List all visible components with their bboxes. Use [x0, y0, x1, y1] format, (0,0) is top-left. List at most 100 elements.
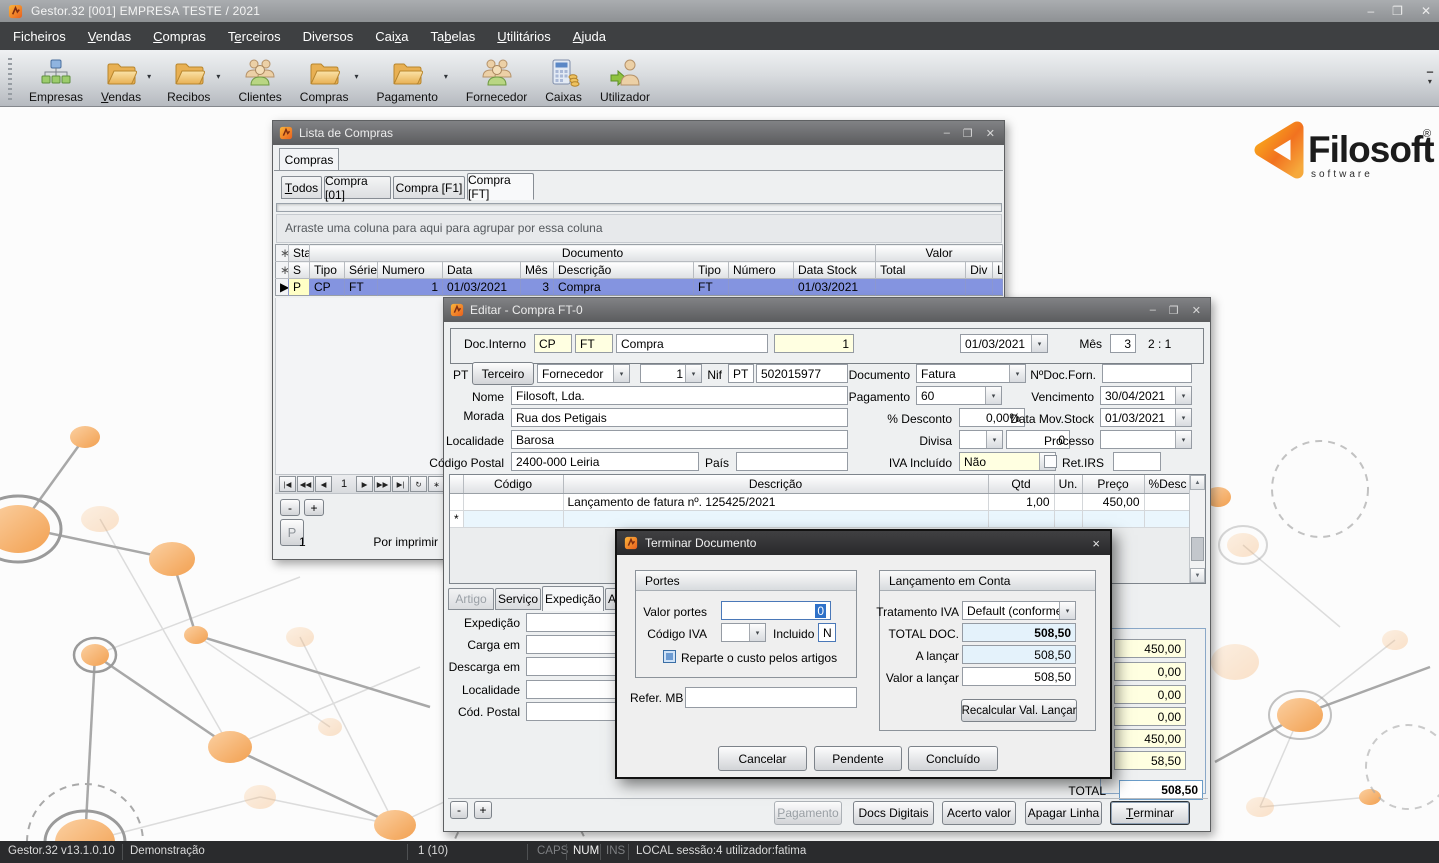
toolbar-button-recibos[interactable]: ▾ Recibos — [158, 52, 219, 106]
nome-field[interactable]: Filosoft, Lda. — [511, 386, 848, 405]
grid-header-row[interactable]: Código Descrição Qtd Un. Preço %Desc — [450, 475, 1190, 493]
nav-refresh-button[interactable]: ↻ — [410, 476, 427, 492]
chevron-down-icon[interactable]: ▾ — [1031, 335, 1047, 352]
chevron-down-icon[interactable]: ▾ — [354, 72, 358, 81]
terminar-button[interactable]: Terminar — [1110, 801, 1190, 825]
mes-field[interactable]: 3 — [1110, 334, 1136, 353]
docs-digitais-button[interactable]: Docs Digitais — [853, 801, 934, 825]
iva-incluido-combo[interactable]: Não▾ — [959, 452, 1056, 471]
zoom-in-button[interactable]: + — [304, 499, 324, 516]
recalcular-button[interactable]: Recalcular Val. Lançar — [961, 699, 1077, 722]
subtab-compra-01[interactable]: Compra [01] — [324, 176, 391, 199]
zoom-out-button[interactable]: - — [450, 801, 468, 819]
toolbar-grip[interactable] — [8, 58, 12, 100]
toolbar-button-caixas[interactable]: Caixas — [536, 52, 591, 106]
chevron-down-icon[interactable]: ▾ — [216, 72, 220, 81]
restore-icon[interactable]: ❐ — [1169, 304, 1179, 317]
menu-ajuda[interactable]: Ajuda — [562, 24, 617, 49]
chevron-down-icon[interactable]: ▾ — [1175, 409, 1191, 426]
vertical-scrollbar[interactable]: ▲ ▼ — [1189, 475, 1205, 583]
chevron-down-icon[interactable]: ▾ — [985, 387, 1001, 404]
menu-compras[interactable]: Compras — [142, 24, 217, 49]
processo-combo[interactable]: ▾ — [1100, 430, 1192, 449]
divisa-combo[interactable]: ▾ — [959, 430, 1003, 449]
chevron-down-icon[interactable]: ▾ — [444, 72, 448, 81]
codigo-iva-combo[interactable]: ▾ — [721, 623, 766, 642]
toolbar-button-empresas[interactable]: Empresas — [20, 52, 92, 106]
localidade-field[interactable]: Barosa — [511, 430, 848, 449]
new-row[interactable]: * — [450, 510, 1190, 527]
pais-field[interactable] — [736, 452, 848, 471]
valor-portes-field[interactable]: 0 — [721, 601, 831, 620]
tab-expedicao[interactable]: Expedição — [542, 586, 604, 611]
cancelar-button[interactable]: Cancelar — [718, 746, 807, 771]
close-icon[interactable]: ✕ — [986, 127, 995, 140]
nav-first-button[interactable]: |◀ — [279, 476, 296, 492]
ndocforn-field[interactable] — [1102, 364, 1192, 383]
terceiro-numero-combo[interactable]: 1▾ — [640, 364, 702, 383]
ret-irs-checkbox[interactable] — [1044, 455, 1057, 468]
concluido-button[interactable]: Concluído — [908, 746, 998, 771]
grid-header-row[interactable]: ∗ S Tipo Série Numero Data Mês Descrição… — [276, 262, 1003, 279]
nav-next-page-button[interactable]: ▶▶ — [374, 476, 391, 492]
menu-ficheiros[interactable]: Ficheiros — [2, 24, 77, 49]
scrollbar-thumb[interactable] — [1191, 537, 1204, 561]
minimize-icon[interactable]: – — [944, 127, 950, 140]
chevron-down-icon[interactable]: ▾ — [685, 365, 701, 382]
toolbar-button-compras[interactable]: ▾ Compras — [291, 52, 358, 106]
dialog-titlebar[interactable]: Terminar Documento × — [617, 531, 1110, 555]
chevron-down-icon[interactable]: ▾ — [613, 365, 629, 382]
doc-data-combo[interactable]: 01/03/2021▾ — [960, 334, 1048, 353]
toolbar-button-clientes[interactable]: Clientes — [229, 52, 290, 106]
apagar-linha-button[interactable]: Apagar Linha — [1025, 801, 1102, 825]
terceiro-button[interactable]: Terceiro — [472, 362, 534, 385]
reparte-checkbox[interactable] — [663, 650, 676, 663]
scroll-down-icon[interactable]: ▼ — [1190, 568, 1205, 583]
codigo-postal-field[interactable]: 2400-000 Leiria — [511, 452, 699, 471]
toolbar-button-fornecedor[interactable]: Fornecedor — [457, 52, 536, 106]
menu-tabelas[interactable]: Tabelas — [419, 24, 486, 49]
nav-next-button[interactable]: ▶ — [356, 476, 373, 492]
toolbar-button-utilizador[interactable]: Utilizador — [591, 52, 659, 106]
doc-serie-field[interactable]: FT — [575, 334, 613, 353]
morada-field[interactable]: Rua dos Petigais — [511, 408, 848, 427]
valor-a-lancar-field[interactable]: 508,50 — [962, 667, 1076, 686]
ret-irs-field[interactable] — [1113, 452, 1161, 471]
scroll-up-icon[interactable]: ▲ — [1190, 475, 1205, 490]
close-icon[interactable]: × — [1092, 536, 1100, 551]
refer-mb-field[interactable] — [685, 687, 857, 708]
vencimento-combo[interactable]: 30/04/2021▾ — [1100, 386, 1192, 405]
menu-utilitarios[interactable]: Utilitários — [486, 24, 561, 49]
toolbar-button-pagamento[interactable]: ▾ Pagamento — [367, 52, 446, 106]
chevron-down-icon[interactable]: ▾ — [1175, 431, 1191, 448]
incluido-field[interactable]: N — [818, 623, 836, 642]
chevron-down-icon[interactable]: ▾ — [1175, 387, 1191, 404]
datamov-combo[interactable]: 01/03/2021▾ — [1100, 408, 1192, 427]
compras-grid[interactable]: ∗ Sta Documento Valor ∗ S Tipo Série Num… — [275, 244, 1003, 296]
zoom-out-button[interactable]: - — [280, 499, 300, 516]
zoom-in-button[interactable]: + — [474, 801, 492, 819]
restore-icon[interactable]: ❐ — [963, 127, 973, 140]
pagamento-combo[interactable]: 60▾ — [916, 386, 1002, 405]
chevron-down-icon[interactable]: ▾ — [1009, 365, 1025, 382]
toolbar-button-vendas[interactable]: ▾ Vendas — [92, 52, 150, 106]
tratamento-iva-combo[interactable]: Default (conforme▾ — [962, 601, 1076, 620]
chevron-down-icon[interactable]: ▾ — [749, 624, 765, 641]
doc-tipo-field[interactable]: CP — [534, 334, 572, 353]
nav-last-button[interactable]: ▶| — [392, 476, 409, 492]
minimize-icon[interactable]: – — [1150, 304, 1156, 317]
chevron-down-icon[interactable]: ▾ — [147, 72, 151, 81]
minimize-icon[interactable]: – — [1367, 4, 1374, 18]
subtab-todos[interactable]: Todos — [281, 176, 322, 199]
nav-prev-button[interactable]: ◀ — [315, 476, 332, 492]
table-row[interactable]: ▶ P CP FT 1 01/03/2021 3 Compra FT 01/03… — [276, 279, 1003, 296]
doc-descricao-field[interactable]: Compra — [616, 334, 768, 353]
restore-icon[interactable]: ❐ — [1392, 4, 1403, 18]
acerto-valor-button[interactable]: Acerto valor — [942, 801, 1016, 825]
pendente-button[interactable]: Pendente — [814, 746, 902, 771]
tab-servico[interactable]: Serviço — [495, 588, 541, 610]
toolbar-overflow-icon[interactable]: ▔▾ — [1427, 74, 1433, 84]
documento-combo[interactable]: Fatura▾ — [916, 364, 1026, 383]
nav-prev-page-button[interactable]: ◀◀ — [297, 476, 314, 492]
group-by-bar[interactable]: Arraste uma coluna para aqui para agrupa… — [276, 214, 1002, 243]
